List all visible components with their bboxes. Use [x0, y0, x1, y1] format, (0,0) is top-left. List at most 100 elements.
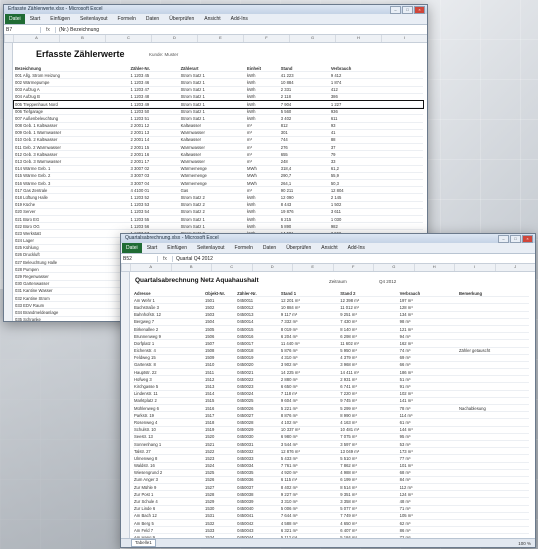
column-header[interactable]: D	[251, 264, 293, 271]
menu-tab-6[interactable]: Überprüfen	[281, 245, 316, 251]
table-cell[interactable]: 7 430 m³	[339, 319, 398, 324]
table-cell[interactable]: 5 876 m³	[280, 348, 339, 353]
column-header[interactable]: C	[211, 264, 252, 271]
column-label[interactable]: Adresse	[133, 291, 204, 296]
table-cell[interactable]: 77 m³	[399, 456, 458, 461]
table-cell[interactable]: Sonnenhang 1	[133, 442, 204, 447]
table-cell[interactable]: 102 m³	[399, 391, 458, 396]
table-row[interactable]: Parkstr. 19 1517 0450027 8 876 m³ 8 990 m³ 11…	[133, 412, 529, 420]
table-cell[interactable]: 128 m³	[399, 305, 458, 310]
table-cell[interactable]: 0450013	[236, 312, 280, 317]
table-row[interactable]: Zur Linde 6 1530 0450040 5 006 m³ 5 077 m³ 71…	[133, 506, 529, 513]
table-cell[interactable]: 2 331	[280, 87, 330, 92]
column-label[interactable]: Einheit	[246, 66, 280, 71]
table-cell[interactable]: 1531	[204, 513, 236, 518]
table-cell[interactable]: 3 3007 02	[130, 166, 180, 171]
table-row[interactable]: Feldweg 15 1509 0450019 4 310 m³ 4 379 m³ 69 …	[133, 355, 529, 362]
table-cell[interactable]: 1 227	[330, 102, 380, 107]
table-row[interactable]: 009 Geb. 1 Warmwasser 2 2001 13 Warmwasser…	[14, 130, 423, 137]
table-row[interactable]: Seestr. 13 1520 0450030 6 980 m³ 7 075 m³ 95 …	[133, 434, 529, 441]
table-cell[interactable]: 0450030	[236, 434, 280, 439]
table-row[interactable]: Gartenstr. 8 1510 0450020 3 902 m³ 3 968 m³ 6…	[133, 362, 529, 370]
table-cell[interactable]: kWh	[246, 73, 280, 78]
menu-tab-8[interactable]: Add-Ins	[226, 16, 253, 22]
column-label[interactable]: Stand	[280, 66, 330, 71]
column-label[interactable]: Zählerart	[180, 66, 246, 71]
table-cell[interactable]: 6 650 m³	[280, 384, 339, 389]
table-cell[interactable]: 12 201 m³	[280, 298, 339, 303]
table-cell[interactable]: 1 1203 51	[130, 116, 180, 121]
table-cell[interactable]: 61 m³	[399, 420, 458, 425]
table-cell[interactable]: 11 440 m³	[280, 341, 339, 346]
table-cell[interactable]: 2 2001 13	[130, 130, 180, 135]
table-cell[interactable]: Lindenstr. 11	[133, 391, 204, 396]
table-cell[interactable]: 48 m³	[399, 499, 458, 504]
table-cell[interactable]: 1511	[204, 370, 236, 375]
table-cell[interactable]: Wärmemenge	[180, 173, 246, 178]
table-row[interactable]: Bachstraße 3 1502 0450012 10 884 m³ 11 012 m…	[133, 304, 529, 312]
table-cell[interactable]: Strom Satz 2	[180, 202, 246, 207]
table-cell[interactable]: 114 m³	[399, 413, 458, 418]
table-cell[interactable]: Nachablesung	[458, 406, 529, 411]
table-cell[interactable]: 90 211	[280, 188, 330, 193]
table-cell[interactable]: 33	[330, 159, 380, 164]
table-cell[interactable]: 79	[330, 152, 380, 157]
menu-tab-4[interactable]: Formeln	[113, 16, 141, 22]
table-cell[interactable]: 744	[280, 137, 330, 142]
table-cell[interactable]: 0450016	[236, 334, 280, 339]
table-cell[interactable]: 7 862 m³	[339, 463, 398, 468]
table-cell[interactable]: 032 Kantine Strom	[14, 296, 130, 301]
table-cell[interactable]: 0450028	[236, 420, 280, 425]
table-cell[interactable]: 74 m³	[399, 348, 458, 353]
table-cell[interactable]: Gartenstr. 8	[133, 362, 204, 367]
table-cell[interactable]: 014 Wärme Geb. 1	[14, 166, 130, 171]
column-header[interactable]: B	[170, 264, 212, 271]
table-cell[interactable]: 0450039	[236, 499, 280, 504]
table-cell[interactable]: 007 Außenbeleuchtung	[14, 116, 130, 121]
table-cell[interactable]: 5 950 m³	[339, 348, 398, 353]
table-row[interactable]: Bergweg 7 1504 0450014 7 332 m³ 7 430 m³ 98 m…	[133, 319, 529, 326]
table-row[interactable]: Am Wehr 1 1501 0450011 12 201 m³ 12 398 m³ 19…	[133, 297, 529, 305]
table-cell[interactable]: 1 030	[330, 217, 380, 222]
table-cell[interactable]: 6 298 m³	[339, 334, 398, 339]
table-cell[interactable]: 1507	[204, 341, 236, 346]
table-cell[interactable]: 1518	[204, 420, 236, 425]
table-cell[interactable]: 1525	[204, 470, 236, 475]
table-cell[interactable]: 41 223	[280, 73, 330, 78]
table-cell[interactable]: Zur Mühle 9	[133, 485, 204, 490]
table-cell[interactable]: 9 412	[330, 73, 380, 78]
table-cell[interactable]: 14 225 m³	[280, 370, 339, 375]
table-cell[interactable]: Dorfplatz 1	[133, 341, 204, 346]
table-cell[interactable]: Strom Satz 1	[180, 87, 246, 92]
table-cell[interactable]: 004 Aufzug B	[14, 94, 130, 99]
table-cell[interactable]: 4 650 m³	[339, 521, 398, 526]
table-cell[interactable]: 5 890	[280, 224, 330, 229]
column-header[interactable]: I	[454, 264, 495, 271]
table-cell[interactable]: m³	[246, 145, 280, 150]
column-header[interactable]: G	[373, 264, 414, 271]
table-cell[interactable]: 017 Gas Zentrale	[14, 188, 130, 193]
table-row[interactable]: 002 Wärmepumpe 1 1203 46 Strom Satz 1 kWh 10…	[14, 79, 423, 87]
table-cell[interactable]: Kaltwasser	[180, 123, 246, 128]
table-cell[interactable]: Hauptstr. 22	[133, 370, 204, 375]
table-cell[interactable]: 0450038	[236, 492, 280, 497]
menu-tab-6[interactable]: Überprüfen	[164, 16, 199, 22]
table-cell[interactable]: 1516	[204, 406, 236, 411]
table-cell[interactable]: 1 874	[330, 80, 380, 85]
table-cell[interactable]: 7 749 m³	[339, 513, 398, 518]
table-cell[interactable]: m³	[246, 137, 280, 142]
formula-input[interactable]: Quartal Q4 2012	[173, 256, 213, 262]
table-cell[interactable]: 4 588 m³	[280, 521, 339, 526]
table-cell[interactable]: Strom Satz 1	[180, 80, 246, 85]
table-cell[interactable]: 51 m³	[399, 377, 458, 382]
table-cell[interactable]: 6 407 m³	[339, 528, 398, 533]
table-cell[interactable]: 0450011	[236, 298, 280, 303]
table-cell[interactable]: 112 m³	[399, 485, 458, 490]
table-row[interactable]: Hauptstr. 22 1511 0450021 14 225 m³ 14 411 m…	[133, 369, 529, 377]
table-cell[interactable]: Marktplatz 2	[133, 398, 204, 403]
table-cell[interactable]: 7 220 m³	[339, 391, 398, 396]
table-row[interactable]: 014 Wärme Geb. 13 3007 02 Wärmemenge MWh 31…	[14, 166, 423, 173]
table-cell[interactable]: 248	[280, 159, 330, 164]
table-cell[interactable]: 0450023	[236, 384, 280, 389]
table-cell[interactable]: 301	[280, 130, 330, 135]
